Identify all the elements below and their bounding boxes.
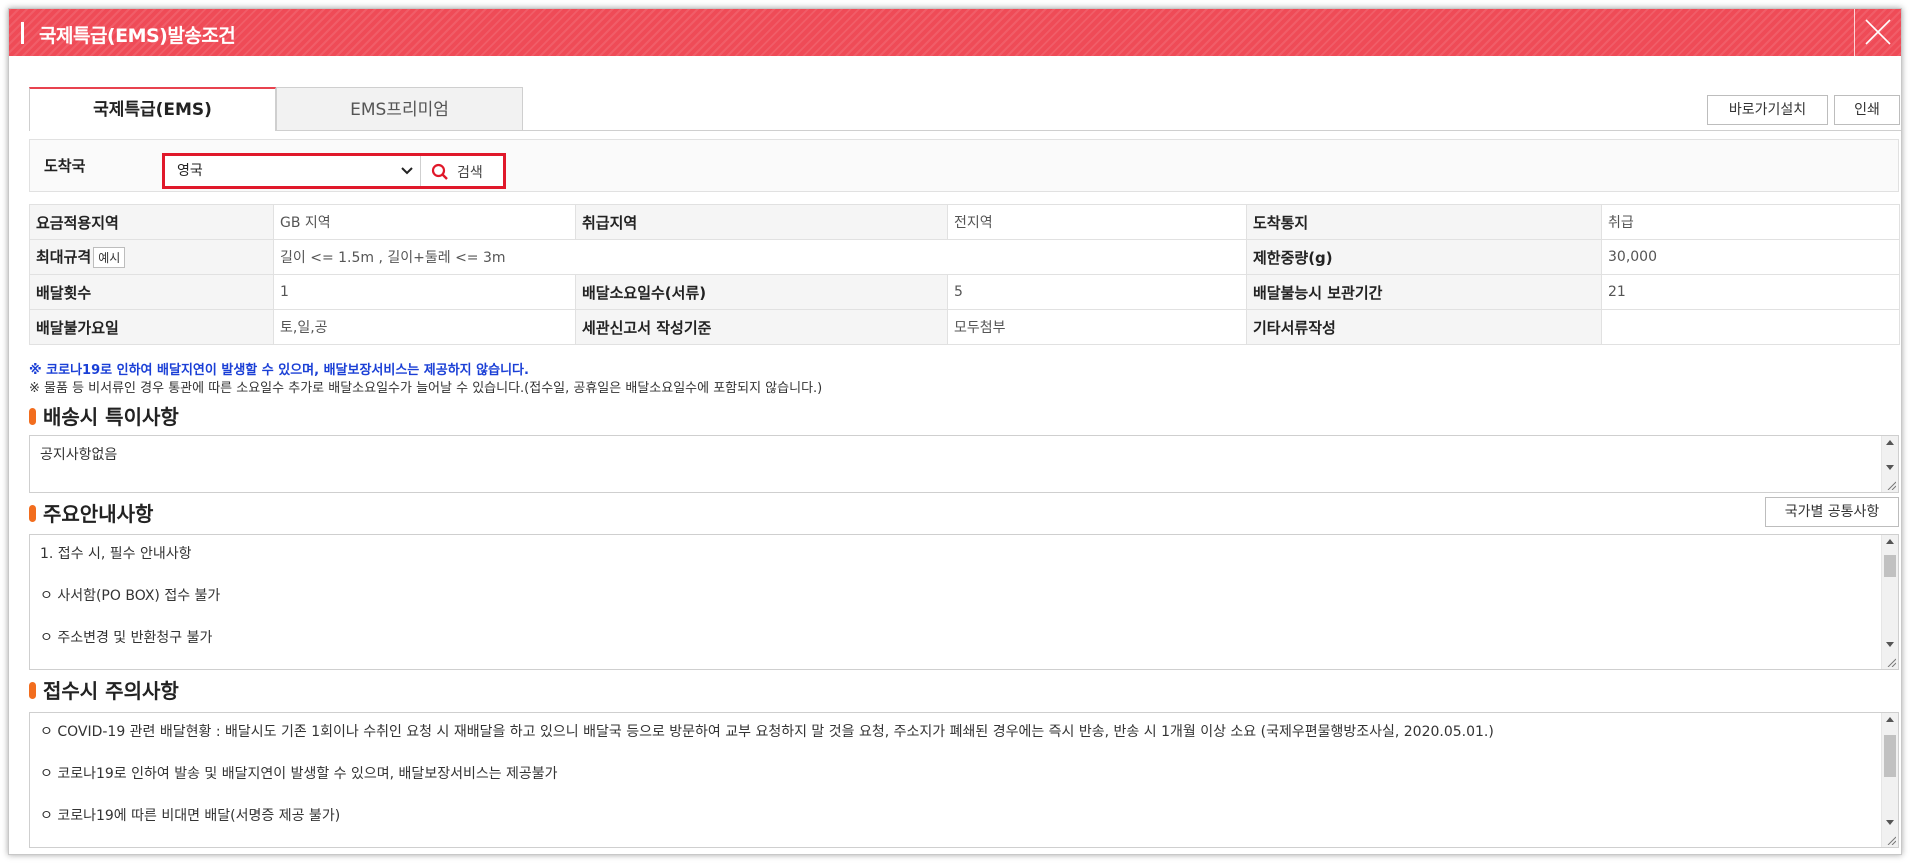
table-header-cell: 취급지역 — [575, 204, 948, 240]
section-marker — [29, 408, 36, 425]
text-line: ㅇ COVID-19 관련 배달현황 : 배달시도 기존 1회이나 수취인 요청… — [40, 724, 1494, 740]
title-bar: 국제특급(EMS)발송조건 — [9, 9, 1901, 56]
scroll-down-arrow-icon[interactable] — [1886, 465, 1894, 470]
dialog-window: 국제특급(EMS)발송조건 국제특급(EMS) EMS프리미엄 바로가기설치 인… — [8, 8, 1902, 855]
scroll-down-arrow-icon[interactable] — [1886, 820, 1894, 825]
table-header-cell: 최대규격 예시 — [29, 239, 274, 275]
table-cell: GB 지역 — [273, 204, 576, 240]
table-header-cell: 배달불가요일 — [29, 309, 274, 345]
destination-highlight: 영국 검색 — [162, 153, 506, 189]
table-cell — [1601, 309, 1900, 345]
table-row: 최대규격 예시 길이 <= 1.5m , 길이+둘레 <= 3m 제한중량(g) … — [29, 239, 1900, 275]
table-cell: 전지역 — [947, 204, 1247, 240]
table-header-cell: 배달불능시 보관기간 — [1246, 274, 1602, 310]
text-line: ㅇ 코로나19에 따른 비대면 배달(서명증 제공 불가) — [40, 808, 341, 824]
main-info-textarea[interactable]: 1. 접수 시, 필수 안내사항 ㅇ 사서함(PO BOX) 접수 불가 ㅇ 주… — [29, 534, 1899, 670]
text-line: ㅇ 코로나19로 인하여 발송 및 배달지연이 발생할 수 있으며, 배달보장서… — [40, 766, 558, 782]
close-button[interactable] — [1854, 9, 1901, 56]
table-cell: 토,일,공 — [273, 309, 576, 345]
table-header-cell: 요금적용지역 — [29, 204, 274, 240]
covid-delay-notice: ※ 코로나19로 인하여 배달지연이 발생할 수 있으며, 배달보장서비스는 제… — [29, 363, 529, 378]
table-cell: 30,000 — [1601, 239, 1900, 275]
scrollbar-thumb[interactable] — [1884, 555, 1896, 577]
table-row: 배달불가요일 토,일,공 세관신고서 작성기준 모두첨부 기타서류작성 — [29, 309, 1900, 345]
customs-delay-notice: ※ 물품 등 비서류인 경우 통관에 따른 소요일수 추가로 배달소요일수가 늘… — [29, 381, 823, 396]
scroll-up-arrow-icon[interactable] — [1886, 717, 1894, 722]
section-title-main-info: 주요안내사항 — [29, 498, 153, 527]
text-line: 1. 접수 시, 필수 안내사항 — [40, 546, 192, 562]
search-button-label: 검색 — [457, 165, 483, 181]
destination-panel: 도착국 영국 검색 — [29, 139, 1899, 192]
table-cell: 모두첨부 — [947, 309, 1247, 345]
table-cell: 5 — [947, 274, 1247, 310]
text-line: ㅇ 주소변경 및 반환청구 불가 — [40, 630, 213, 646]
close-icon — [1865, 19, 1891, 45]
destination-select[interactable]: 영국 — [165, 156, 421, 186]
resize-grip-icon[interactable] — [1886, 657, 1896, 667]
special-notes-textarea[interactable]: 공지사항없음 — [29, 435, 1899, 493]
table-row: 요금적용지역 GB 지역 취급지역 전지역 도착통지 취급 — [29, 204, 1900, 240]
tab-ems-premium[interactable]: EMS프리미엄 — [276, 87, 523, 131]
table-header-cell: 제한중량(g) — [1246, 239, 1602, 275]
tab-ems[interactable]: 국제특급(EMS) — [29, 87, 276, 131]
chevron-down-icon — [401, 167, 413, 175]
scroll-down-arrow-icon[interactable] — [1886, 642, 1894, 647]
print-button[interactable]: 인쇄 — [1834, 95, 1900, 125]
vertical-scrollbar[interactable] — [1881, 436, 1898, 492]
text-line: ㅇ 사서함(PO BOX) 접수 불가 — [40, 588, 221, 604]
shipping-conditions-table: 요금적용지역 GB 지역 취급지역 전지역 도착통지 취급 최대규격 예시 길이 … — [29, 204, 1900, 345]
country-common-info-button[interactable]: 국가별 공통사항 — [1765, 497, 1899, 527]
table-header-cell: 세관신고서 작성기준 — [575, 309, 948, 345]
table-cell: 길이 <= 1.5m , 길이+둘레 <= 3m — [273, 239, 1247, 275]
section-marker — [29, 505, 36, 522]
table-cell: 1 — [273, 274, 576, 310]
caution-textarea[interactable]: ㅇ COVID-19 관련 배달현황 : 배달시도 기존 1회이나 수취인 요청… — [29, 712, 1899, 848]
scroll-up-arrow-icon[interactable] — [1886, 440, 1894, 445]
table-header-cell: 배달소요일수(서류) — [575, 274, 948, 310]
table-cell: 취급 — [1601, 204, 1900, 240]
dialog-title: 국제특급(EMS)발송조건 — [39, 25, 236, 47]
table-cell: 21 — [1601, 274, 1900, 310]
install-shortcut-button[interactable]: 바로가기설치 — [1707, 95, 1828, 125]
vertical-scrollbar[interactable] — [1881, 535, 1898, 669]
table-header-cell: 기타서류작성 — [1246, 309, 1602, 345]
destination-selected-value: 영국 — [177, 163, 203, 179]
resize-grip-icon[interactable] — [1886, 480, 1896, 490]
destination-label: 도착국 — [44, 157, 86, 175]
scrollbar-thumb[interactable] — [1884, 735, 1896, 777]
title-accent-bar — [21, 22, 24, 44]
table-row: 배달횟수 1 배달소요일수(서류) 5 배달불능시 보관기간 21 — [29, 274, 1900, 310]
search-icon — [431, 163, 448, 180]
vertical-scrollbar[interactable] — [1881, 713, 1898, 847]
table-header-cell: 도착통지 — [1246, 204, 1602, 240]
section-title-special: 배송시 특이사항 — [29, 401, 179, 430]
scroll-up-arrow-icon[interactable] — [1886, 539, 1894, 544]
text-line: 공지사항없음 — [40, 447, 118, 463]
table-header-cell: 배달횟수 — [29, 274, 274, 310]
search-button[interactable]: 검색 — [421, 156, 503, 186]
example-button[interactable]: 예시 — [93, 247, 126, 268]
section-marker — [29, 682, 36, 699]
section-title-caution: 접수시 주의사항 — [29, 675, 179, 704]
resize-grip-icon[interactable] — [1886, 835, 1896, 845]
